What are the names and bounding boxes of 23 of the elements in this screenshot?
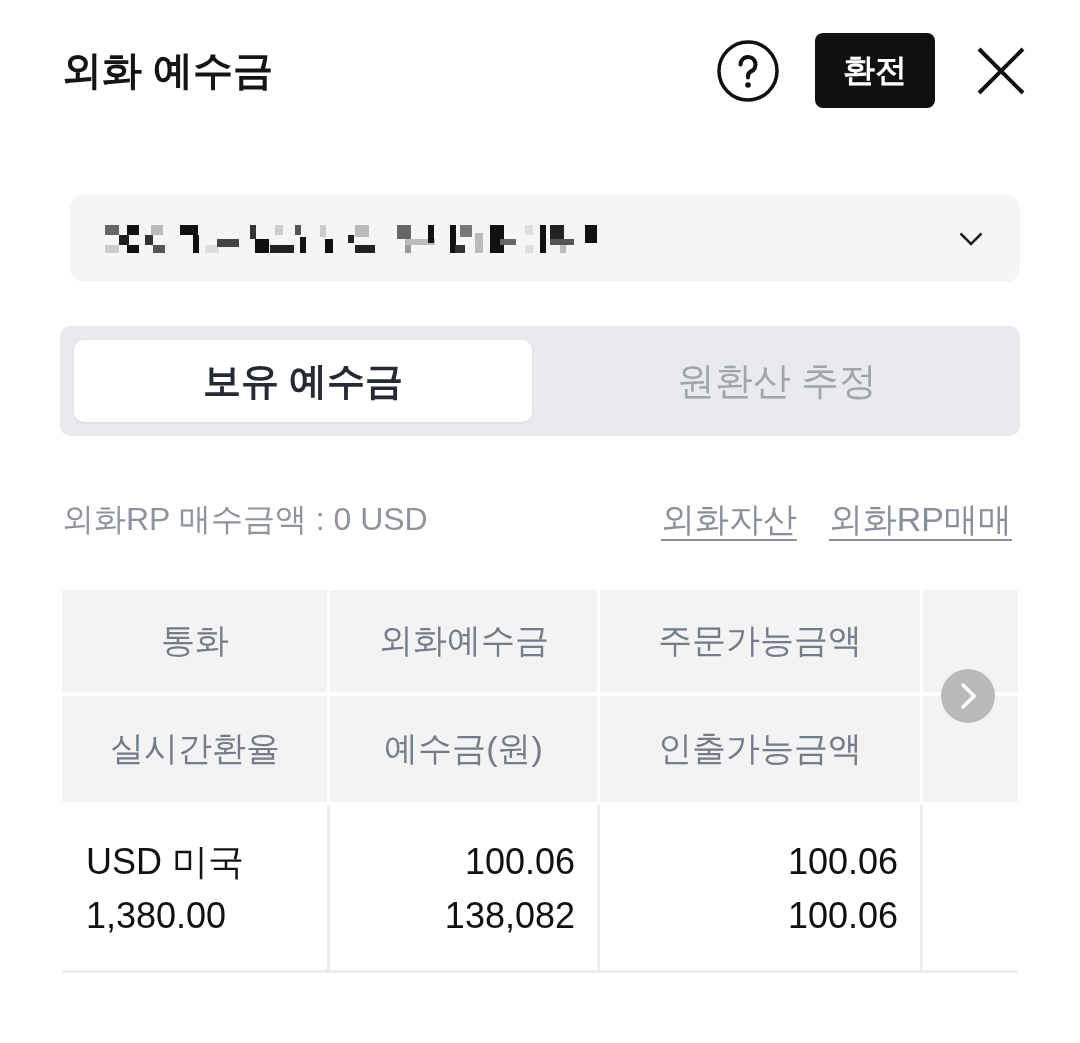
rp-purchase-amount: 외화RP 매수금액 : 0 USD: [62, 500, 428, 539]
exchange-button[interactable]: 환전: [815, 33, 935, 108]
cell-value: 138,082: [444, 894, 575, 938]
column-header: 외화예수금: [330, 590, 597, 692]
column-header: 통화: [62, 590, 327, 692]
tab[interactable]: 원환산 추정: [548, 340, 1006, 422]
link[interactable]: 외화자산: [660, 497, 797, 543]
cell-value: 100.06: [787, 840, 898, 884]
account-dropdown[interactable]: [70, 195, 1020, 282]
help-icon[interactable]: [717, 39, 779, 102]
page-title: 외화 예수금: [62, 47, 274, 94]
close-icon[interactable]: [977, 46, 1025, 95]
chevron-down-icon: [959, 231, 983, 246]
cell-value: 1,380.00: [86, 894, 227, 938]
link[interactable]: 외화RP매매: [828, 497, 1012, 543]
column-header: 인출가능금액: [600, 696, 920, 802]
column-header: 실시간환율: [62, 696, 327, 802]
column-header: 예수금(원): [330, 696, 597, 802]
cell-value: 100.06: [464, 840, 575, 884]
column-header: 주문가능금액: [600, 590, 920, 692]
cell-value: 100.06: [787, 894, 898, 938]
cell-value: USD 미국: [86, 840, 244, 884]
tab[interactable]: 보유 예수금: [74, 340, 532, 422]
